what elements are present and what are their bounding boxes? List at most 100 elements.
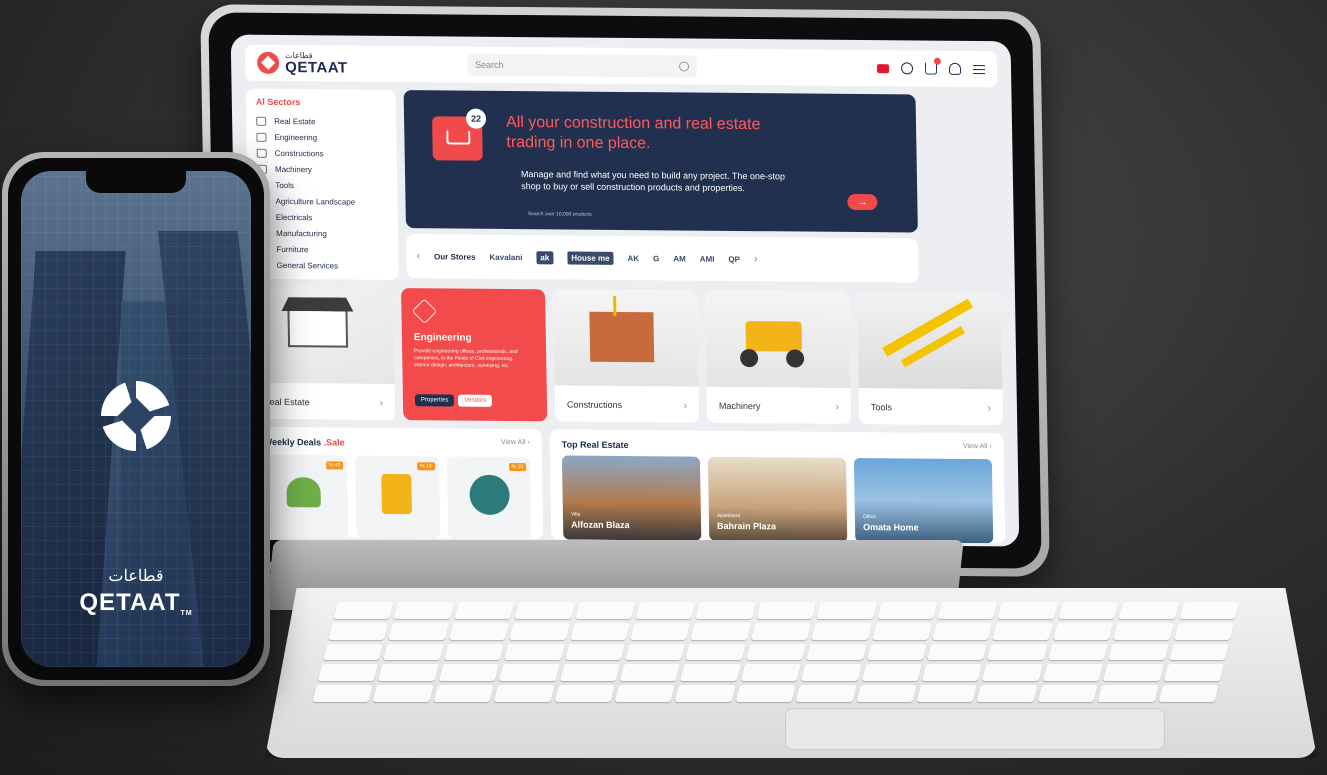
crane-icon	[613, 295, 617, 316]
hero-title: All your construction and real estate tr…	[505, 113, 761, 153]
property-card[interactable]: Villa Alfozan Blaza	[561, 455, 702, 541]
store-logo[interactable]: AMI	[700, 254, 715, 263]
chevron-right-icon[interactable]: ›	[754, 253, 758, 265]
category-tile-constructions[interactable]: Constructions ›	[553, 289, 700, 423]
keyboard-key	[992, 622, 1054, 640]
vendors-button[interactable]: Vendors	[458, 394, 493, 407]
keyboard-key	[1102, 664, 1164, 682]
keyboard-key	[1158, 685, 1219, 702]
keyboard-key	[624, 643, 686, 661]
tablet-device: قطاعات QETAAT Search Al Sectors Real Est…	[200, 4, 1050, 577]
wheel-icon	[785, 349, 805, 368]
sidebar-item-agriculture[interactable]: Agriculture Landscape	[257, 193, 387, 210]
keyboard-key	[514, 602, 576, 619]
keyboard-key	[372, 685, 434, 702]
chevron-right-icon: ›	[379, 397, 384, 409]
wheel-icon	[739, 349, 759, 368]
tile-label: Machinery	[718, 400, 761, 412]
sidebar-item-label: Constructions	[274, 148, 324, 158]
tools-image	[856, 292, 1003, 390]
keyboard-key	[685, 643, 746, 661]
search-input[interactable]: Search	[466, 53, 698, 78]
chevron-left-icon[interactable]: ‹	[416, 250, 420, 262]
deal-card[interactable]: % 40	[263, 454, 349, 538]
trademark-mark: TM	[180, 610, 193, 617]
discount-badge: % 20	[508, 463, 527, 472]
flag-icon[interactable]	[876, 63, 890, 73]
menu-icon[interactable]	[972, 64, 986, 74]
category-tile-machinery[interactable]: Machinery ›	[704, 290, 852, 424]
store-logo[interactable]: QP	[728, 254, 740, 263]
store-logo[interactable]: Kavalani	[489, 252, 522, 261]
sidebar-item-label: General Services	[276, 260, 339, 270]
store-logo[interactable]: AM	[673, 254, 686, 263]
section-title: Top Real Estate	[561, 439, 629, 451]
category-tile-real-estate[interactable]: Real Estate ›	[249, 286, 396, 421]
property-card[interactable]: Apartment Bahrain Plaza	[707, 456, 848, 542]
plant-icon	[286, 477, 321, 508]
deals-title-accent: .Sale	[321, 437, 345, 448]
logo-text: قطاعات QETAAT	[285, 50, 348, 76]
drill-icon	[381, 473, 413, 515]
keyboard-key	[871, 622, 933, 640]
tile-description: Provide engineering offices, professiona…	[414, 348, 518, 369]
keyboard-key	[1058, 602, 1119, 619]
user-icon[interactable]	[948, 62, 962, 75]
property-name: Alfozan Blaza	[571, 519, 630, 531]
store-logo[interactable]: ak	[536, 250, 554, 264]
keyboard-key	[383, 643, 444, 661]
phone-brand-arabic: قطاعات	[108, 568, 164, 585]
search-icon[interactable]	[678, 61, 690, 72]
sidebar-item-real-estate[interactable]: Real Estate	[256, 113, 386, 130]
properties-button[interactable]: Properties	[414, 394, 455, 407]
store-logo[interactable]: AK	[627, 254, 639, 263]
keyboard-key	[574, 602, 636, 619]
top-real-estate-section: Top Real Estate View All › Villa Alfozan…	[549, 429, 1006, 544]
sidebar-item-manufacturing[interactable]: Manufacturing	[258, 225, 388, 242]
drafting-icon	[256, 132, 267, 142]
sidebar-item-machinery[interactable]: Machinery	[256, 161, 387, 178]
sidebar-item-furniture[interactable]: Furniture	[258, 241, 388, 258]
store-logo[interactable]: House me	[567, 250, 614, 265]
cart-icon[interactable]	[924, 57, 941, 75]
sidebar-item-general-services[interactable]: General Services	[258, 257, 389, 274]
category-tile-tools[interactable]: Tools ›	[856, 292, 1004, 426]
discount-badge: % 15	[417, 462, 435, 471]
keyboard-key	[856, 685, 917, 702]
view-all-link[interactable]: View All ›	[501, 439, 530, 446]
store-logo[interactable]: G	[653, 254, 659, 263]
chevron-right-icon: ›	[987, 403, 992, 415]
sidebar-item-constructions[interactable]: Constructions	[256, 145, 387, 162]
view-all-link[interactable]: View All ›	[963, 443, 992, 450]
building-icon	[256, 116, 267, 126]
keyboard-key	[443, 643, 505, 661]
sidebar-item-tools[interactable]: Tools	[257, 177, 387, 194]
keyboard-key	[1052, 622, 1114, 640]
keyboard-key	[861, 664, 922, 682]
discount-badge: % 40	[325, 461, 344, 470]
keyboard-key	[1173, 622, 1235, 640]
deal-card[interactable]: % 15	[355, 455, 441, 539]
keyboard-key	[614, 685, 676, 702]
keyboard-key	[1118, 602, 1180, 619]
keyboard-key	[816, 602, 878, 619]
keyboard-key	[333, 602, 394, 619]
deal-card[interactable]: % 20	[446, 456, 532, 540]
sidebar-item-electricals[interactable]: Electricals	[257, 209, 388, 226]
deals-title: Weekly Deals	[263, 436, 322, 448]
phone-device: قطاعات QETAATTM	[2, 152, 270, 686]
category-tiles: Real Estate › Engineering Provide engine…	[249, 286, 1004, 426]
keyboard-keys	[312, 602, 1240, 702]
property-card[interactable]: Office Omata Home	[853, 458, 994, 544]
hero-cta-button[interactable]: →	[847, 193, 878, 211]
keyboard-key	[433, 685, 494, 702]
qetaat-logo[interactable]: قطاعات QETAAT	[256, 50, 447, 76]
keyboard-key	[921, 664, 983, 682]
sidebar-item-engineering[interactable]: Engineering	[256, 129, 386, 146]
weekly-deals-section: Weekly Deals .Sale View All › % 40 % 15 …	[251, 426, 544, 540]
category-tile-engineering[interactable]: Engineering Provide engineering offices,…	[401, 288, 548, 422]
deals-row: % 40 % 15 % 20	[263, 454, 532, 540]
clock-icon[interactable]	[900, 62, 914, 75]
phone-bezel: قطاعات QETAATTM	[8, 158, 264, 680]
keyboard-key	[393, 602, 455, 619]
